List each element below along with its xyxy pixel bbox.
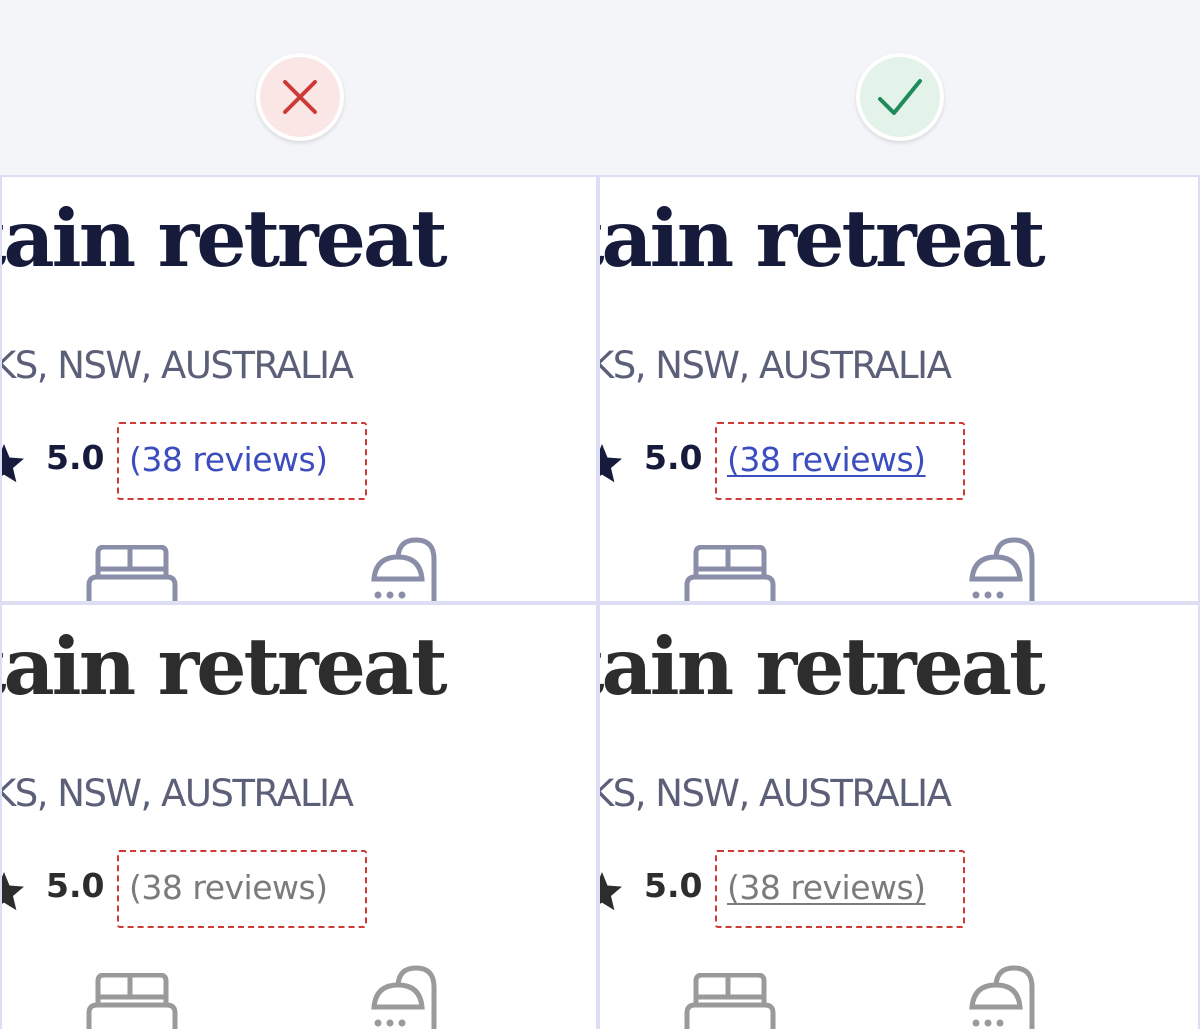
correct-badge: [856, 53, 944, 141]
rating-value: 5.0: [644, 438, 703, 477]
listing-location: KS, NSW, AUSTRALIA: [2, 772, 354, 815]
rating-value: 5.0: [46, 866, 105, 905]
bed-icon: [86, 545, 178, 601]
listing-title: tain retreat: [2, 192, 448, 285]
highlight-box: (38 reviews): [715, 850, 965, 928]
reviews-link[interactable]: (38 reviews): [129, 869, 328, 907]
shower-icon: [371, 537, 437, 601]
listing-card-correct-grey: tain retreat KS, NSW, AUSTRALIA 5.0 (38 …: [600, 605, 1198, 1029]
reviews-link[interactable]: (38 reviews): [129, 441, 328, 479]
bed-icon: [684, 545, 776, 601]
incorrect-badge: [256, 53, 344, 141]
comparison-grid: tain retreat KS, NSW, AUSTRALIA 5.0 (38 …: [0, 175, 1200, 1029]
star-icon: [2, 444, 24, 483]
listing-location: KS, NSW, AUSTRALIA: [2, 344, 354, 387]
rating-value: 5.0: [644, 866, 703, 905]
highlight-box: (38 reviews): [715, 422, 965, 500]
shower-icon: [969, 537, 1035, 601]
listing-card-incorrect-blue: tain retreat KS, NSW, AUSTRALIA 5.0 (38 …: [2, 177, 596, 601]
star-icon: [2, 872, 24, 911]
listing-location: KS, NSW, AUSTRALIA: [600, 344, 952, 387]
listing-card-correct-blue: tain retreat KS, NSW, AUSTRALIA 5.0 (38 …: [600, 177, 1198, 601]
rating-value: 5.0: [46, 438, 105, 477]
star-icon: [600, 872, 622, 911]
shower-icon: [969, 965, 1035, 1029]
highlight-box: (38 reviews): [117, 422, 367, 500]
bed-icon: [684, 973, 776, 1029]
listing-card-incorrect-grey: tain retreat KS, NSW, AUSTRALIA 5.0 (38 …: [2, 605, 596, 1029]
listing-title: tain retreat: [600, 192, 1046, 285]
reviews-link[interactable]: (38 reviews): [727, 869, 926, 907]
highlight-box: (38 reviews): [117, 850, 367, 928]
listing-title: tain retreat: [600, 620, 1046, 713]
shower-icon: [371, 965, 437, 1029]
checkmark-icon: [878, 79, 922, 115]
star-icon: [600, 444, 622, 483]
listing-location: KS, NSW, AUSTRALIA: [600, 772, 952, 815]
listing-title: tain retreat: [2, 620, 448, 713]
close-icon: [283, 80, 317, 114]
reviews-link[interactable]: (38 reviews): [727, 441, 926, 479]
bed-icon: [86, 973, 178, 1029]
